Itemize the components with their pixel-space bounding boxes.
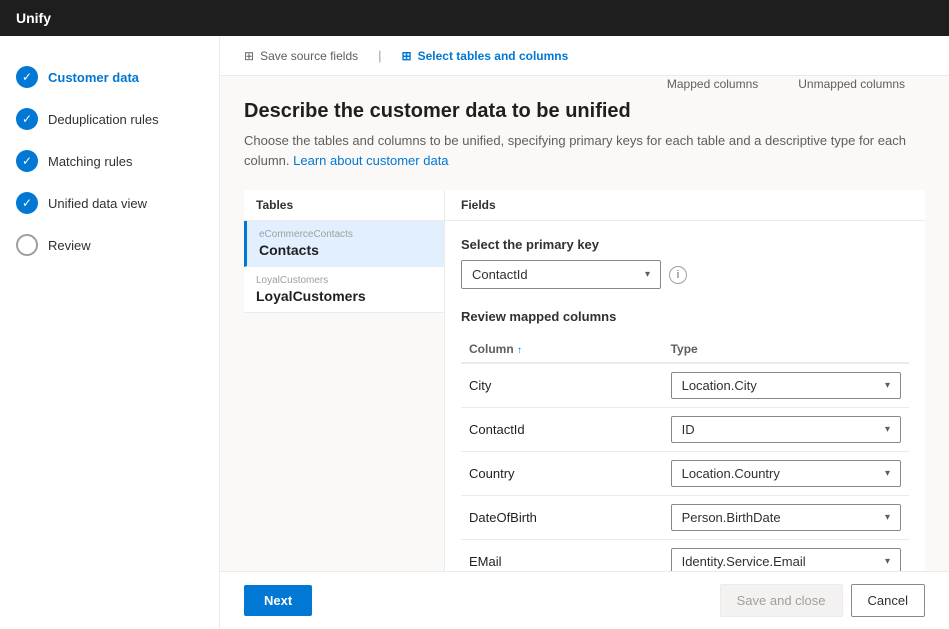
stat-mapped: 50 Mapped columns <box>667 76 758 91</box>
stat-unmapped: 3 Unmapped columns <box>798 76 905 91</box>
type-dropdown-country[interactable]: Location.Country ▾ <box>671 460 901 487</box>
primary-key-value: ContactId <box>472 267 528 282</box>
fields-panel-header: Fields <box>445 190 925 221</box>
learn-more-link[interactable]: Learn about customer data <box>293 153 448 168</box>
step-circle-matching: ✓ <box>16 150 38 172</box>
step-circle-dedup: ✓ <box>16 108 38 130</box>
columns-section-label: Review mapped columns <box>461 309 909 324</box>
columns-table: Column ↑ Type City <box>461 336 909 571</box>
unmapped-label: Unmapped columns <box>798 77 905 91</box>
table-group-ecommerce: eCommerceContacts <box>259 229 432 240</box>
step-circle-unified: ✓ <box>16 192 38 214</box>
type-dropdown-contactid[interactable]: ID ▾ <box>671 416 901 443</box>
sidebar-label-dedup: Deduplication rules <box>48 112 159 127</box>
dropdown-chevron-country-icon: ▾ <box>885 468 890 479</box>
step-circle-review <box>16 234 38 256</box>
table-item-contacts[interactable]: eCommerceContacts Contacts <box>244 221 444 267</box>
dropdown-chevron-city-icon: ▾ <box>885 380 890 391</box>
fields-content: Select the primary key ContactId ▾ i <box>445 221 925 571</box>
col-type-contactid: ID ▾ <box>663 408 909 452</box>
col-name-city: City <box>461 363 663 408</box>
app-title: Unify <box>16 10 51 26</box>
type-dropdown-city[interactable]: Location.City ▾ <box>671 372 901 399</box>
col-name-country: Country <box>461 452 663 496</box>
top-bar: Unify <box>0 0 949 36</box>
table-row: City Location.City ▾ <box>461 363 909 408</box>
table-name-contacts: Contacts <box>259 242 432 258</box>
type-dropdown-email[interactable]: Identity.Service.Email ▾ <box>671 548 901 571</box>
primary-key-row: ContactId ▾ i <box>461 260 909 289</box>
table-row: ContactId ID ▾ <box>461 408 909 452</box>
col-type-email: Identity.Service.Email ▾ <box>663 540 909 572</box>
sidebar-item-matching-rules[interactable]: ✓ Matching rules <box>0 140 219 182</box>
primary-key-section: Select the primary key ContactId ▾ i <box>461 237 909 289</box>
table-group-loyal: LoyalCustomers <box>256 275 432 286</box>
stats-area: 50 Mapped columns 3 Unmapped columns <box>667 76 905 91</box>
page-subtitle: Choose the tables and columns to be unif… <box>244 131 925 170</box>
col-type-city: Location.City ▾ <box>663 363 909 408</box>
footer-left: Next <box>244 585 312 616</box>
dropdown-chevron-contactid-icon: ▾ <box>885 424 890 435</box>
page-content: 50 Mapped columns 3 Unmapped columns Des… <box>220 76 949 571</box>
sidebar-item-customer-data[interactable]: ✓ Customer data <box>0 56 219 98</box>
primary-key-label: Select the primary key <box>461 237 909 252</box>
save-close-button[interactable]: Save and close <box>720 584 843 617</box>
col-name-dob: DateOfBirth <box>461 496 663 540</box>
column-header-name[interactable]: Column ↑ <box>461 336 663 363</box>
sidebar: ✓ Customer data ✓ Deduplication rules ✓ … <box>0 36 220 629</box>
breadcrumb-select-tables[interactable]: ⊞ Select tables and columns <box>402 49 569 63</box>
sidebar-item-unified-data-view[interactable]: ✓ Unified data view <box>0 182 219 224</box>
sidebar-label-review: Review <box>48 238 91 253</box>
next-button[interactable]: Next <box>244 585 312 616</box>
mapped-label: Mapped columns <box>667 77 758 91</box>
breadcrumb-label-save: Save source fields <box>260 49 358 63</box>
page-header: Describe the customer data to be unified… <box>244 100 925 170</box>
dropdown-chevron-dob-icon: ▾ <box>885 512 890 523</box>
tables-panel: Tables eCommerceContacts Contacts LoyalC… <box>244 190 444 571</box>
footer-right: Save and close Cancel <box>720 584 925 617</box>
primary-key-dropdown[interactable]: ContactId ▾ <box>461 260 661 289</box>
column-header-type: Type <box>663 336 909 363</box>
sidebar-label-customer-data: Customer data <box>48 70 139 85</box>
dropdown-chevron-email-icon: ▾ <box>885 556 890 567</box>
breadcrumb-separator: | <box>378 48 381 63</box>
col-name-email: EMail <box>461 540 663 572</box>
tables-panel-header: Tables <box>244 190 444 221</box>
col-name-contactid: ContactId <box>461 408 663 452</box>
breadcrumb-label-select: Select tables and columns <box>418 49 569 63</box>
col-type-country: Location.Country ▾ <box>663 452 909 496</box>
fields-panel: Fields Select the primary key ContactId … <box>444 190 925 571</box>
sidebar-item-review[interactable]: Review <box>0 224 219 266</box>
two-panel: Tables eCommerceContacts Contacts LoyalC… <box>244 190 925 571</box>
content-area: ⊞ Save source fields | ⊞ Select tables a… <box>220 36 949 629</box>
table-name-loyal: LoyalCustomers <box>256 288 432 304</box>
type-dropdown-dob[interactable]: Person.BirthDate ▾ <box>671 504 901 531</box>
breadcrumb-save-source-fields[interactable]: ⊞ Save source fields <box>244 49 358 63</box>
footer-bar: Next Save and close Cancel <box>220 571 949 629</box>
table-row: EMail Identity.Service.Email ▾ <box>461 540 909 572</box>
col-type-dob: Person.BirthDate ▾ <box>663 496 909 540</box>
table-row: Country Location.Country ▾ <box>461 452 909 496</box>
breadcrumb-bar: ⊞ Save source fields | ⊞ Select tables a… <box>220 36 949 76</box>
table-row: DateOfBirth Person.BirthDate ▾ <box>461 496 909 540</box>
info-icon[interactable]: i <box>669 266 687 284</box>
table-icon: ⊞ <box>402 49 412 63</box>
sidebar-label-matching: Matching rules <box>48 154 133 169</box>
step-circle-customer-data: ✓ <box>16 66 38 88</box>
save-icon: ⊞ <box>244 49 254 63</box>
cancel-button[interactable]: Cancel <box>851 584 925 617</box>
page-title: Describe the customer data to be unified <box>244 100 925 123</box>
sort-arrow-icon: ↑ <box>517 345 522 356</box>
dropdown-chevron-icon: ▾ <box>645 269 650 280</box>
sidebar-label-unified: Unified data view <box>48 196 147 211</box>
table-item-loyal-customers[interactable]: LoyalCustomers LoyalCustomers <box>244 267 444 313</box>
sidebar-item-deduplication-rules[interactable]: ✓ Deduplication rules <box>0 98 219 140</box>
